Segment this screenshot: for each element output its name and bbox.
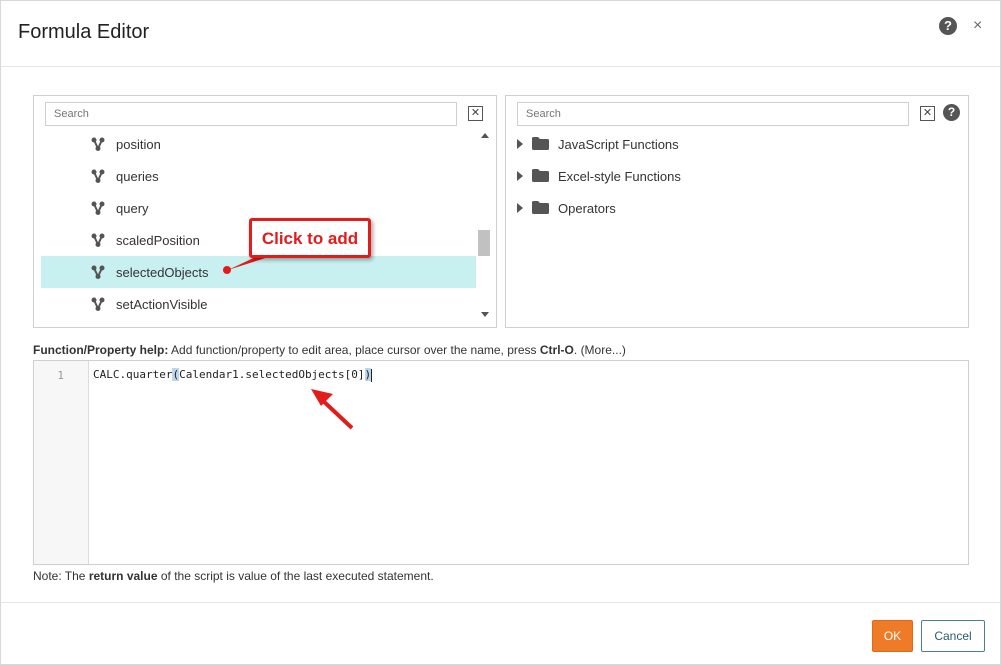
callout-text: Click to add xyxy=(261,229,359,248)
clear-search-icon[interactable]: ✕ xyxy=(920,106,935,121)
tree-item-label: setActionVisible xyxy=(116,297,208,312)
dialog-title: Formula Editor xyxy=(18,21,150,43)
code-function: CALC.quarter xyxy=(93,368,173,381)
tree-item-label: query xyxy=(116,201,149,216)
folder-icon xyxy=(532,169,549,182)
help-shortcut: Ctrl-O xyxy=(539,343,574,357)
scroll-up-arrow-icon[interactable] xyxy=(481,133,489,138)
note-suffix: of the script is value of the last execu… xyxy=(157,569,434,583)
close-icon[interactable]: × xyxy=(973,16,982,36)
ok-button[interactable]: OK xyxy=(872,620,913,652)
tree-item-queries[interactable]: queries xyxy=(41,160,476,192)
code-editor[interactable]: 1 CALC.quarter(Calendar1.selectedObjects… xyxy=(33,360,969,565)
note-bold: return value xyxy=(88,569,158,583)
footer-note: Note: The return value of the script is … xyxy=(33,569,434,583)
property-icon xyxy=(91,137,105,151)
properties-search-input[interactable] xyxy=(45,102,457,126)
tree-item-label: position xyxy=(116,137,161,152)
folder-label: Operators xyxy=(558,201,616,216)
code-argument: Calendar1.selectedObjects[0] xyxy=(179,368,365,381)
property-icon xyxy=(91,201,105,215)
tree-item-selectedobjects[interactable]: selectedObjects xyxy=(41,256,476,288)
help-icon[interactable]: ? xyxy=(939,17,957,35)
property-icon xyxy=(91,265,105,279)
text-cursor xyxy=(371,368,373,382)
more-link[interactable]: (More...) xyxy=(581,343,626,357)
folder-javascript-functions[interactable]: JavaScript Functions xyxy=(506,128,966,160)
code-line[interactable]: CALC.quarter(Calendar1.selectedObjects[0… xyxy=(93,368,373,382)
note-prefix: Note: The xyxy=(33,569,89,583)
scroll-down-arrow-icon[interactable] xyxy=(481,312,489,317)
tree-item-label: selectedObjects xyxy=(116,265,209,280)
folder-icon xyxy=(532,137,549,150)
functions-panel: ✕ ? JavaScript Functions Excel-style Fun… xyxy=(505,95,969,328)
folder-operators[interactable]: Operators xyxy=(506,192,966,224)
folder-label: Excel-style Functions xyxy=(558,169,681,184)
function-help-line: Function/Property help: Add function/pro… xyxy=(33,343,626,357)
dialog-footer: OK Cancel xyxy=(1,602,1000,664)
help-label: Function/Property help: xyxy=(33,343,169,357)
formula-editor-dialog: Formula Editor ? × ✕ position queries qu… xyxy=(0,0,1001,665)
line-gutter: 1 xyxy=(34,361,89,564)
dialog-header: Formula Editor ? × xyxy=(1,1,1000,67)
folder-icon xyxy=(532,201,549,214)
functions-search-input[interactable] xyxy=(517,102,909,126)
tree-item-label: scaledPosition xyxy=(116,233,200,248)
click-to-add-callout: Click to add xyxy=(249,218,371,258)
property-icon xyxy=(91,297,105,311)
property-icon xyxy=(91,233,105,247)
close-paren-highlight: ) xyxy=(364,368,372,381)
folder-excel-style-functions[interactable]: Excel-style Functions xyxy=(506,160,966,192)
tree-item-setactionvisible[interactable]: setActionVisible xyxy=(41,288,476,320)
help-text: Add function/property to edit area, plac… xyxy=(168,343,540,357)
folder-label: JavaScript Functions xyxy=(558,137,679,152)
tree-item-label: queries xyxy=(116,169,159,184)
help-text-after: . xyxy=(573,343,581,357)
cancel-button[interactable]: Cancel xyxy=(921,620,985,652)
property-icon xyxy=(91,169,105,183)
tree-item-position[interactable]: position xyxy=(41,128,476,160)
expand-caret-icon[interactable] xyxy=(517,171,523,181)
scroll-thumb[interactable] xyxy=(478,230,490,256)
expand-caret-icon[interactable] xyxy=(517,203,523,213)
line-number: 1 xyxy=(57,369,64,382)
properties-scrollbar[interactable] xyxy=(477,132,492,324)
clear-search-icon[interactable]: ✕ xyxy=(468,106,483,121)
expand-caret-icon[interactable] xyxy=(517,139,523,149)
properties-panel: ✕ position queries query scaledPosition … xyxy=(33,95,497,328)
functions-help-icon[interactable]: ? xyxy=(943,104,960,121)
